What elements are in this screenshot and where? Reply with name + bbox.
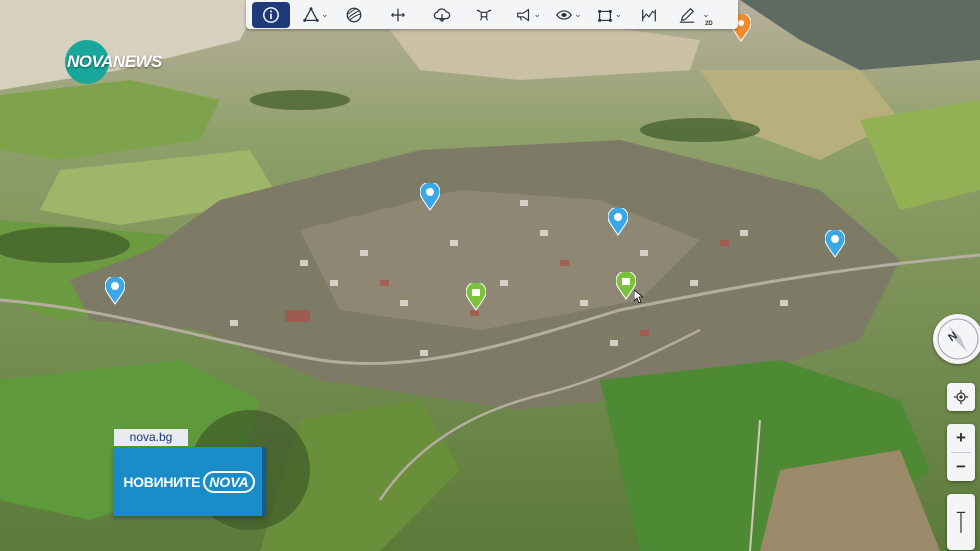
polygon-measure-button[interactable]: ⌄ (300, 2, 331, 28)
area-select-button[interactable]: ⌄ (594, 2, 625, 28)
map-pin-green[interactable] (615, 270, 637, 300)
shadow-analysis-button[interactable]: ⌄ (513, 2, 544, 28)
distance-measure-icon (390, 8, 405, 21)
area-select-icon (597, 9, 612, 22)
locate-control (947, 383, 975, 411)
distance-measure-button[interactable] (383, 2, 413, 28)
chevron-down-icon: ⌄ (533, 9, 542, 19)
info-button[interactable] (252, 1, 290, 28)
zoom-out-button[interactable]: − (947, 453, 975, 481)
pencil-icon (679, 7, 695, 23)
draw-2d-button[interactable]: 2D ⌄ (676, 2, 713, 28)
chevron-down-icon: ⌄ (614, 9, 623, 19)
compass-control[interactable]: N (933, 314, 980, 364)
megaphone-icon (516, 8, 529, 21)
drone-icon (476, 9, 491, 21)
map-pin-blue[interactable] (104, 275, 126, 305)
map-pin-blue[interactable] (419, 181, 441, 211)
zoom-control: + − (947, 424, 975, 481)
viewshed-button[interactable]: ⌄ (553, 2, 584, 28)
map-toolbar: ⌄ ⌄ ⌄ ⌄ 2D ⌄ (246, 0, 738, 29)
map-pin-blue[interactable] (824, 228, 846, 258)
tilt-slider[interactable] (947, 494, 975, 550)
channel-logo-text: NOVANEWS (67, 52, 162, 71)
zoom-in-button[interactable]: + (947, 424, 975, 452)
chevron-down-icon: ⌄ (321, 9, 329, 19)
cloud-upload-icon (433, 7, 450, 22)
eye-icon (556, 9, 572, 20)
map-pin-blue[interactable] (607, 206, 629, 236)
locate-button[interactable] (947, 383, 975, 411)
mouse-cursor-icon (634, 290, 643, 303)
tilt-control (947, 494, 975, 550)
draw-2d-label: 2D (705, 20, 713, 27)
globe-layer-button[interactable] (339, 2, 369, 28)
channel-logo: NOVANEWS (63, 40, 162, 84)
banner-edge (262, 447, 266, 516)
globe-icon (346, 7, 361, 22)
chevron-down-icon: ⌄ (702, 9, 710, 19)
website-tag: nova.bg (114, 429, 188, 446)
elevation-profile-icon (642, 9, 657, 21)
elevation-profile-button[interactable] (634, 2, 664, 28)
show-banner: НОВИНИТЕ NOVA (113, 447, 265, 516)
polygon-measure-icon (303, 6, 319, 22)
show-title: НОВИНИТЕ (123, 473, 201, 490)
tilt-icon (956, 511, 966, 533)
info-icon (263, 6, 279, 23)
show-logo: NOVA (203, 470, 255, 493)
map-pin-green[interactable] (465, 281, 487, 311)
drone-view-button[interactable] (469, 2, 499, 28)
cloud-upload-button[interactable] (427, 2, 457, 28)
chevron-down-icon: ⌄ (574, 9, 582, 19)
target-icon (953, 389, 969, 405)
